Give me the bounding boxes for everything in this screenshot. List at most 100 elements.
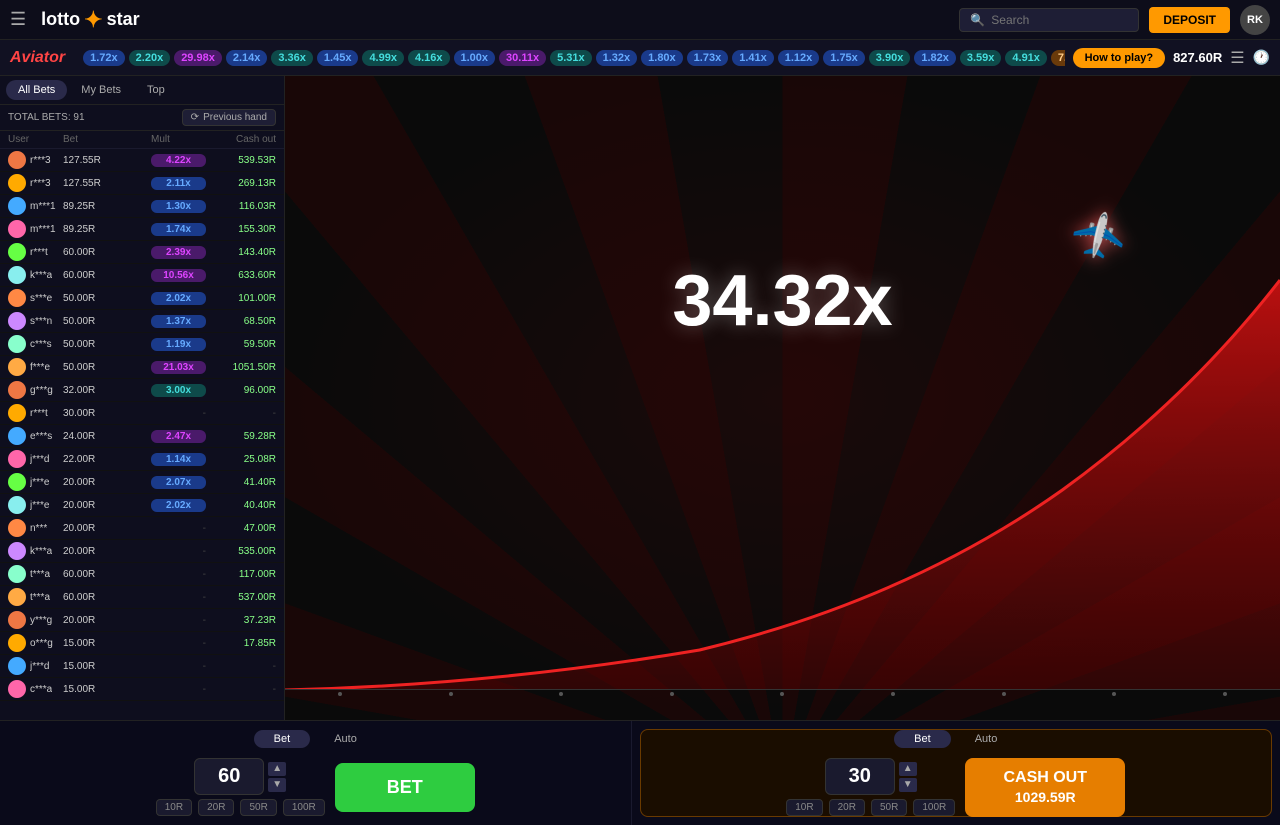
multiplier-pill[interactable]: 1.45x: [317, 50, 359, 66]
user-name: s***n: [30, 316, 52, 327]
user-cell: j***d: [8, 450, 63, 468]
bets-tab-my-bets[interactable]: My Bets: [69, 80, 133, 100]
axis-dot: [559, 692, 563, 696]
mult-badge: 1.14x: [151, 453, 206, 466]
top-navigation: ☰ lotto ✦ star 🔍 DEPOSIT RK: [0, 0, 1280, 40]
multiplier-pill[interactable]: 29.98x: [174, 50, 222, 66]
mult-badge: 2.07x: [151, 476, 206, 489]
axis-dot: [780, 692, 784, 696]
multiplier-pill[interactable]: 3.36x: [271, 50, 313, 66]
bet-button[interactable]: BET: [335, 763, 475, 812]
search-icon: 🔍: [970, 13, 985, 27]
game-canvas: ✈️ 34.32x: [285, 76, 1280, 720]
decrement-btn-2[interactable]: ▼: [899, 778, 917, 792]
multiplier-pill[interactable]: 1.73x: [687, 50, 729, 66]
quick-50r-1[interactable]: 50R: [240, 799, 276, 816]
bets-tab-all-bets[interactable]: All Bets: [6, 80, 67, 100]
bet-controls-row-1: 60 ▲ ▼ 10R 20R 50R 100R BET: [16, 758, 615, 816]
multiplier-pill[interactable]: 30.11x: [499, 50, 546, 66]
mult-badge: 10.56x: [151, 269, 206, 282]
user-name: j***e: [30, 500, 49, 511]
multiplier-pill[interactable]: 7.76x: [1051, 50, 1065, 66]
previous-hand-button[interactable]: ⟳ Previous hand: [182, 109, 276, 126]
table-row: t***a 60.00R - 117.00R: [0, 563, 284, 586]
cashout-value: 101.00R: [206, 293, 276, 304]
table-row: s***e 50.00R 2.02x 101.00R: [0, 287, 284, 310]
game-header-right: How to play? 827.60R ☰ 🕐: [1073, 48, 1270, 68]
user-icon: [8, 450, 26, 468]
quick-btns-2: 10R 20R 50R 100R: [786, 799, 955, 816]
user-icon: [8, 151, 26, 169]
bet-amount-cell: 50.00R: [63, 339, 151, 350]
quick-10r-2[interactable]: 10R: [786, 799, 822, 816]
user-cell: r***t: [8, 404, 63, 422]
user-cell: f***e: [8, 358, 63, 376]
user-icon: [8, 427, 26, 445]
user-name: c***a: [30, 684, 52, 695]
mult-badge: 1.37x: [151, 315, 206, 328]
table-row: s***n 50.00R 1.37x 68.50R: [0, 310, 284, 333]
multiplier-pill[interactable]: 3.90x: [869, 50, 911, 66]
multiplier-pill[interactable]: 4.99x: [362, 50, 404, 66]
user-name: g***g: [30, 385, 53, 396]
multiplier-pill[interactable]: 2.14x: [226, 50, 268, 66]
hamburger-icon[interactable]: ☰: [10, 9, 26, 30]
multiplier-pill[interactable]: 5.31x: [550, 50, 592, 66]
table-row: t***a 60.00R - 537.00R: [0, 586, 284, 609]
cashout-button[interactable]: CASH OUT 1029.59R: [965, 758, 1125, 817]
quick-10r-1[interactable]: 10R: [156, 799, 192, 816]
user-name: k***a: [30, 546, 52, 557]
cashout-value: 535.00R: [206, 546, 276, 557]
user-name: r***t: [30, 247, 48, 258]
bet-amount-cell: 32.00R: [63, 385, 151, 396]
multiplier-pill[interactable]: 1.72x: [83, 50, 125, 66]
table-row: k***a 60.00R 10.56x 633.60R: [0, 264, 284, 287]
mult-empty: -: [151, 523, 206, 534]
multiplier-pill[interactable]: 1.00x: [454, 50, 496, 66]
multiplier-pill[interactable]: 1.41x: [732, 50, 774, 66]
tab-auto-1[interactable]: Auto: [314, 730, 377, 748]
how-to-play-button[interactable]: How to play?: [1073, 48, 1165, 68]
cashout-value: 155.30R: [206, 224, 276, 235]
multiplier-pill[interactable]: 1.12x: [778, 50, 820, 66]
decrement-btn-1[interactable]: ▼: [268, 778, 286, 792]
tab-auto-2[interactable]: Auto: [955, 730, 1018, 748]
multiplier-pill[interactable]: 4.16x: [408, 50, 450, 66]
multiplier-pill[interactable]: 1.32x: [596, 50, 638, 66]
user-cell: r***t: [8, 243, 63, 261]
settings-icon[interactable]: ☰: [1230, 48, 1244, 68]
quick-50r-2[interactable]: 50R: [871, 799, 907, 816]
quick-100r-2[interactable]: 100R: [913, 799, 955, 816]
multiplier-pill[interactable]: 2.20x: [129, 50, 171, 66]
quick-20r-1[interactable]: 20R: [198, 799, 234, 816]
tab-bet-2[interactable]: Bet: [894, 730, 951, 748]
increment-btn-2[interactable]: ▲: [899, 762, 917, 776]
quick-20r-2[interactable]: 20R: [829, 799, 865, 816]
mult-empty: -: [151, 408, 206, 419]
table-row: r***t 60.00R 2.39x 143.40R: [0, 241, 284, 264]
cashout-value: 116.03R: [206, 201, 276, 212]
user-avatar[interactable]: RK: [1240, 5, 1270, 35]
multiplier-pill[interactable]: 1.82x: [914, 50, 956, 66]
deposit-button[interactable]: DEPOSIT: [1149, 7, 1230, 33]
cashout-value: 25.08R: [206, 454, 276, 465]
total-bets-bar: TOTAL BETS: 91 ⟳ Previous hand: [0, 105, 284, 131]
multiplier-pill[interactable]: 1.75x: [823, 50, 865, 66]
user-name: m***1: [30, 224, 56, 235]
clock-icon[interactable]: 🕐: [1253, 49, 1270, 66]
cashout-empty: -: [206, 684, 276, 695]
user-cell: m***1: [8, 220, 63, 238]
tab-bet-1[interactable]: Bet: [254, 730, 311, 748]
cashout-value: 633.60R: [206, 270, 276, 281]
multiplier-pill[interactable]: 4.91x: [1005, 50, 1047, 66]
quick-100r-1[interactable]: 100R: [283, 799, 325, 816]
history-icon: ⟳: [191, 112, 199, 123]
multiplier-pill[interactable]: 3.59x: [960, 50, 1002, 66]
bet-amount-cell: 20.00R: [63, 615, 151, 626]
multiplier-pill[interactable]: 1.80x: [641, 50, 683, 66]
mult-badge: 21.03x: [151, 361, 206, 374]
bets-tab-top[interactable]: Top: [135, 80, 177, 100]
user-cell: j***e: [8, 496, 63, 514]
increment-btn-1[interactable]: ▲: [268, 762, 286, 776]
search-input[interactable]: [991, 13, 1128, 27]
